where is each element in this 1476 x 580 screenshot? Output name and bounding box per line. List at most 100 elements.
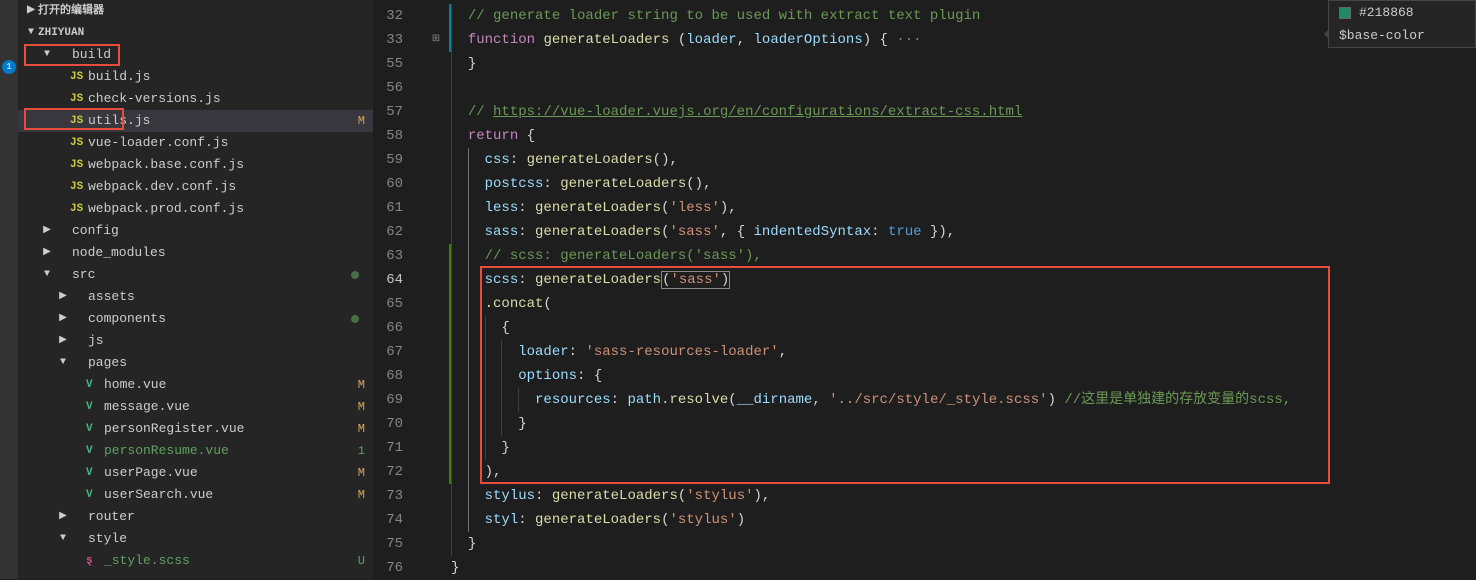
code-line[interactable]: stylus: generateLoaders('stylus'), [451, 484, 1476, 508]
code-editor[interactable]: 3233555657585960616263646566676869707172… [373, 0, 1476, 579]
git-status-badge: M [349, 110, 365, 132]
tree-item-label: js [88, 330, 365, 352]
line-number: 58 [373, 124, 403, 148]
fold-cell [421, 340, 451, 364]
file-userSearch.vue[interactable]: VuserSearch.vueM [18, 484, 373, 506]
file-home.vue[interactable]: Vhome.vueM [18, 374, 373, 396]
file-personResume.vue[interactable]: VpersonResume.vue1 [18, 440, 373, 462]
tree-item-label: webpack.prod.conf.js [88, 198, 365, 220]
folder-pages[interactable]: ▼pages [18, 352, 373, 374]
scm-badge[interactable]: 1 [2, 60, 16, 74]
tree-item-label: components [88, 308, 351, 330]
fold-gutter: ⊞ [421, 0, 451, 579]
tree-item-label: webpack.base.conf.js [88, 154, 365, 176]
file-personRegister.vue[interactable]: VpersonRegister.vueM [18, 418, 373, 440]
code-line[interactable]: scss: generateLoaders('sass') [451, 268, 1476, 292]
fold-cell[interactable]: ⊞ [421, 28, 451, 52]
hover-var-row[interactable]: $base-color [1329, 24, 1475, 47]
file-check-versions.js[interactable]: JScheck-versions.js [18, 88, 373, 110]
code-line[interactable]: } [451, 436, 1476, 460]
folder-style[interactable]: ▼style [18, 528, 373, 550]
fold-cell [421, 364, 451, 388]
folder-js[interactable]: ▶js [18, 330, 373, 352]
code-line[interactable] [451, 76, 1476, 100]
code-line[interactable]: return { [451, 124, 1476, 148]
code-line[interactable]: } [451, 556, 1476, 580]
line-number: 32 [373, 4, 403, 28]
file-userPage.vue[interactable]: VuserPage.vueM [18, 462, 373, 484]
code-line[interactable]: styl: generateLoaders('stylus') [451, 508, 1476, 532]
file-build.js[interactable]: JSbuild.js [18, 66, 373, 88]
vue-file-icon: V [86, 418, 104, 440]
activity-bar: 1 [0, 0, 18, 579]
tree-item-label: personRegister.vue [104, 418, 349, 440]
git-status-badge: 1 [349, 440, 365, 462]
code-line[interactable]: { [451, 316, 1476, 340]
file-_style.scss[interactable]: ȿ_style.scssU [18, 550, 373, 572]
code-line[interactable]: options: { [451, 364, 1476, 388]
file-tree: ▼buildJSbuild.jsJScheck-versions.jsJSuti… [18, 44, 373, 572]
tree-item-label: build [72, 44, 365, 66]
line-number: 70 [373, 412, 403, 436]
folder-assets[interactable]: ▶assets [18, 286, 373, 308]
vue-file-icon: V [86, 440, 104, 462]
code-line[interactable]: // https://vue-loader.vuejs.org/en/confi… [451, 100, 1476, 124]
fold-cell [421, 532, 451, 556]
folder-build[interactable]: ▼build [18, 44, 373, 66]
file-message.vue[interactable]: Vmessage.vueM [18, 396, 373, 418]
tree-item-label: style [88, 528, 365, 550]
js-file-icon: JS [70, 154, 88, 176]
open-editors-section[interactable]: ▶ 打开的编辑器 [18, 0, 373, 22]
color-swatch-icon [1339, 7, 1351, 19]
vue-file-icon: V [86, 484, 104, 506]
code-line[interactable]: // scss: generateLoaders('sass'), [451, 244, 1476, 268]
code-line[interactable]: } [451, 412, 1476, 436]
file-webpack.base.conf.js[interactable]: JSwebpack.base.conf.js [18, 154, 373, 176]
line-number: 68 [373, 364, 403, 388]
code-line[interactable]: sass: generateLoaders('sass', { indented… [451, 220, 1476, 244]
folder-config[interactable]: ▶config [18, 220, 373, 242]
folder-router[interactable]: ▶router [18, 506, 373, 528]
tree-item-label: assets [88, 286, 365, 308]
folder-src[interactable]: ▼src [18, 264, 373, 286]
tree-item-label: node_modules [72, 242, 365, 264]
code-line[interactable]: css: generateLoaders(), [451, 148, 1476, 172]
vue-file-icon: V [86, 396, 104, 418]
code-line[interactable]: resources: path.resolve(__dirname, '../s… [451, 388, 1476, 412]
fold-cell [421, 484, 451, 508]
line-number: 65 [373, 292, 403, 316]
code-line[interactable]: .concat( [451, 292, 1476, 316]
line-number: 72 [373, 460, 403, 484]
code-content[interactable]: // generate loader string to be used wit… [451, 0, 1476, 579]
hover-color-row[interactable]: #218868 [1329, 1, 1475, 24]
fold-cell [421, 124, 451, 148]
fold-cell [421, 292, 451, 316]
fold-cell [421, 316, 451, 340]
js-file-icon: JS [70, 66, 88, 88]
color-hover-panel: #218868 $base-color [1328, 0, 1476, 48]
git-changed-dot-icon [351, 271, 359, 279]
fold-cell [421, 508, 451, 532]
code-line[interactable]: loader: 'sass-resources-loader', [451, 340, 1476, 364]
git-status-badge: M [349, 462, 365, 484]
file-vue-loader.conf.js[interactable]: JSvue-loader.conf.js [18, 132, 373, 154]
tree-item-label: check-versions.js [88, 88, 365, 110]
line-number: 66 [373, 316, 403, 340]
folder-node_modules[interactable]: ▶node_modules [18, 242, 373, 264]
code-line[interactable]: less: generateLoaders('less'), [451, 196, 1476, 220]
code-line[interactable]: function generateLoaders (loader, loader… [451, 28, 1476, 52]
line-number: 60 [373, 172, 403, 196]
js-file-icon: JS [70, 88, 88, 110]
file-webpack.prod.conf.js[interactable]: JSwebpack.prod.conf.js [18, 198, 373, 220]
file-webpack.dev.conf.js[interactable]: JSwebpack.dev.conf.js [18, 176, 373, 198]
code-line[interactable]: postcss: generateLoaders(), [451, 172, 1476, 196]
tree-item-label: message.vue [104, 396, 349, 418]
tree-item-label: src [72, 264, 351, 286]
code-line[interactable]: // generate loader string to be used wit… [451, 4, 1476, 28]
code-line[interactable]: } [451, 532, 1476, 556]
file-utils.js[interactable]: JSutils.jsM [18, 110, 373, 132]
code-line[interactable]: } [451, 52, 1476, 76]
code-line[interactable]: ), [451, 460, 1476, 484]
folder-components[interactable]: ▶components [18, 308, 373, 330]
project-section[interactable]: ▼ ZHIYUAN [18, 22, 373, 44]
